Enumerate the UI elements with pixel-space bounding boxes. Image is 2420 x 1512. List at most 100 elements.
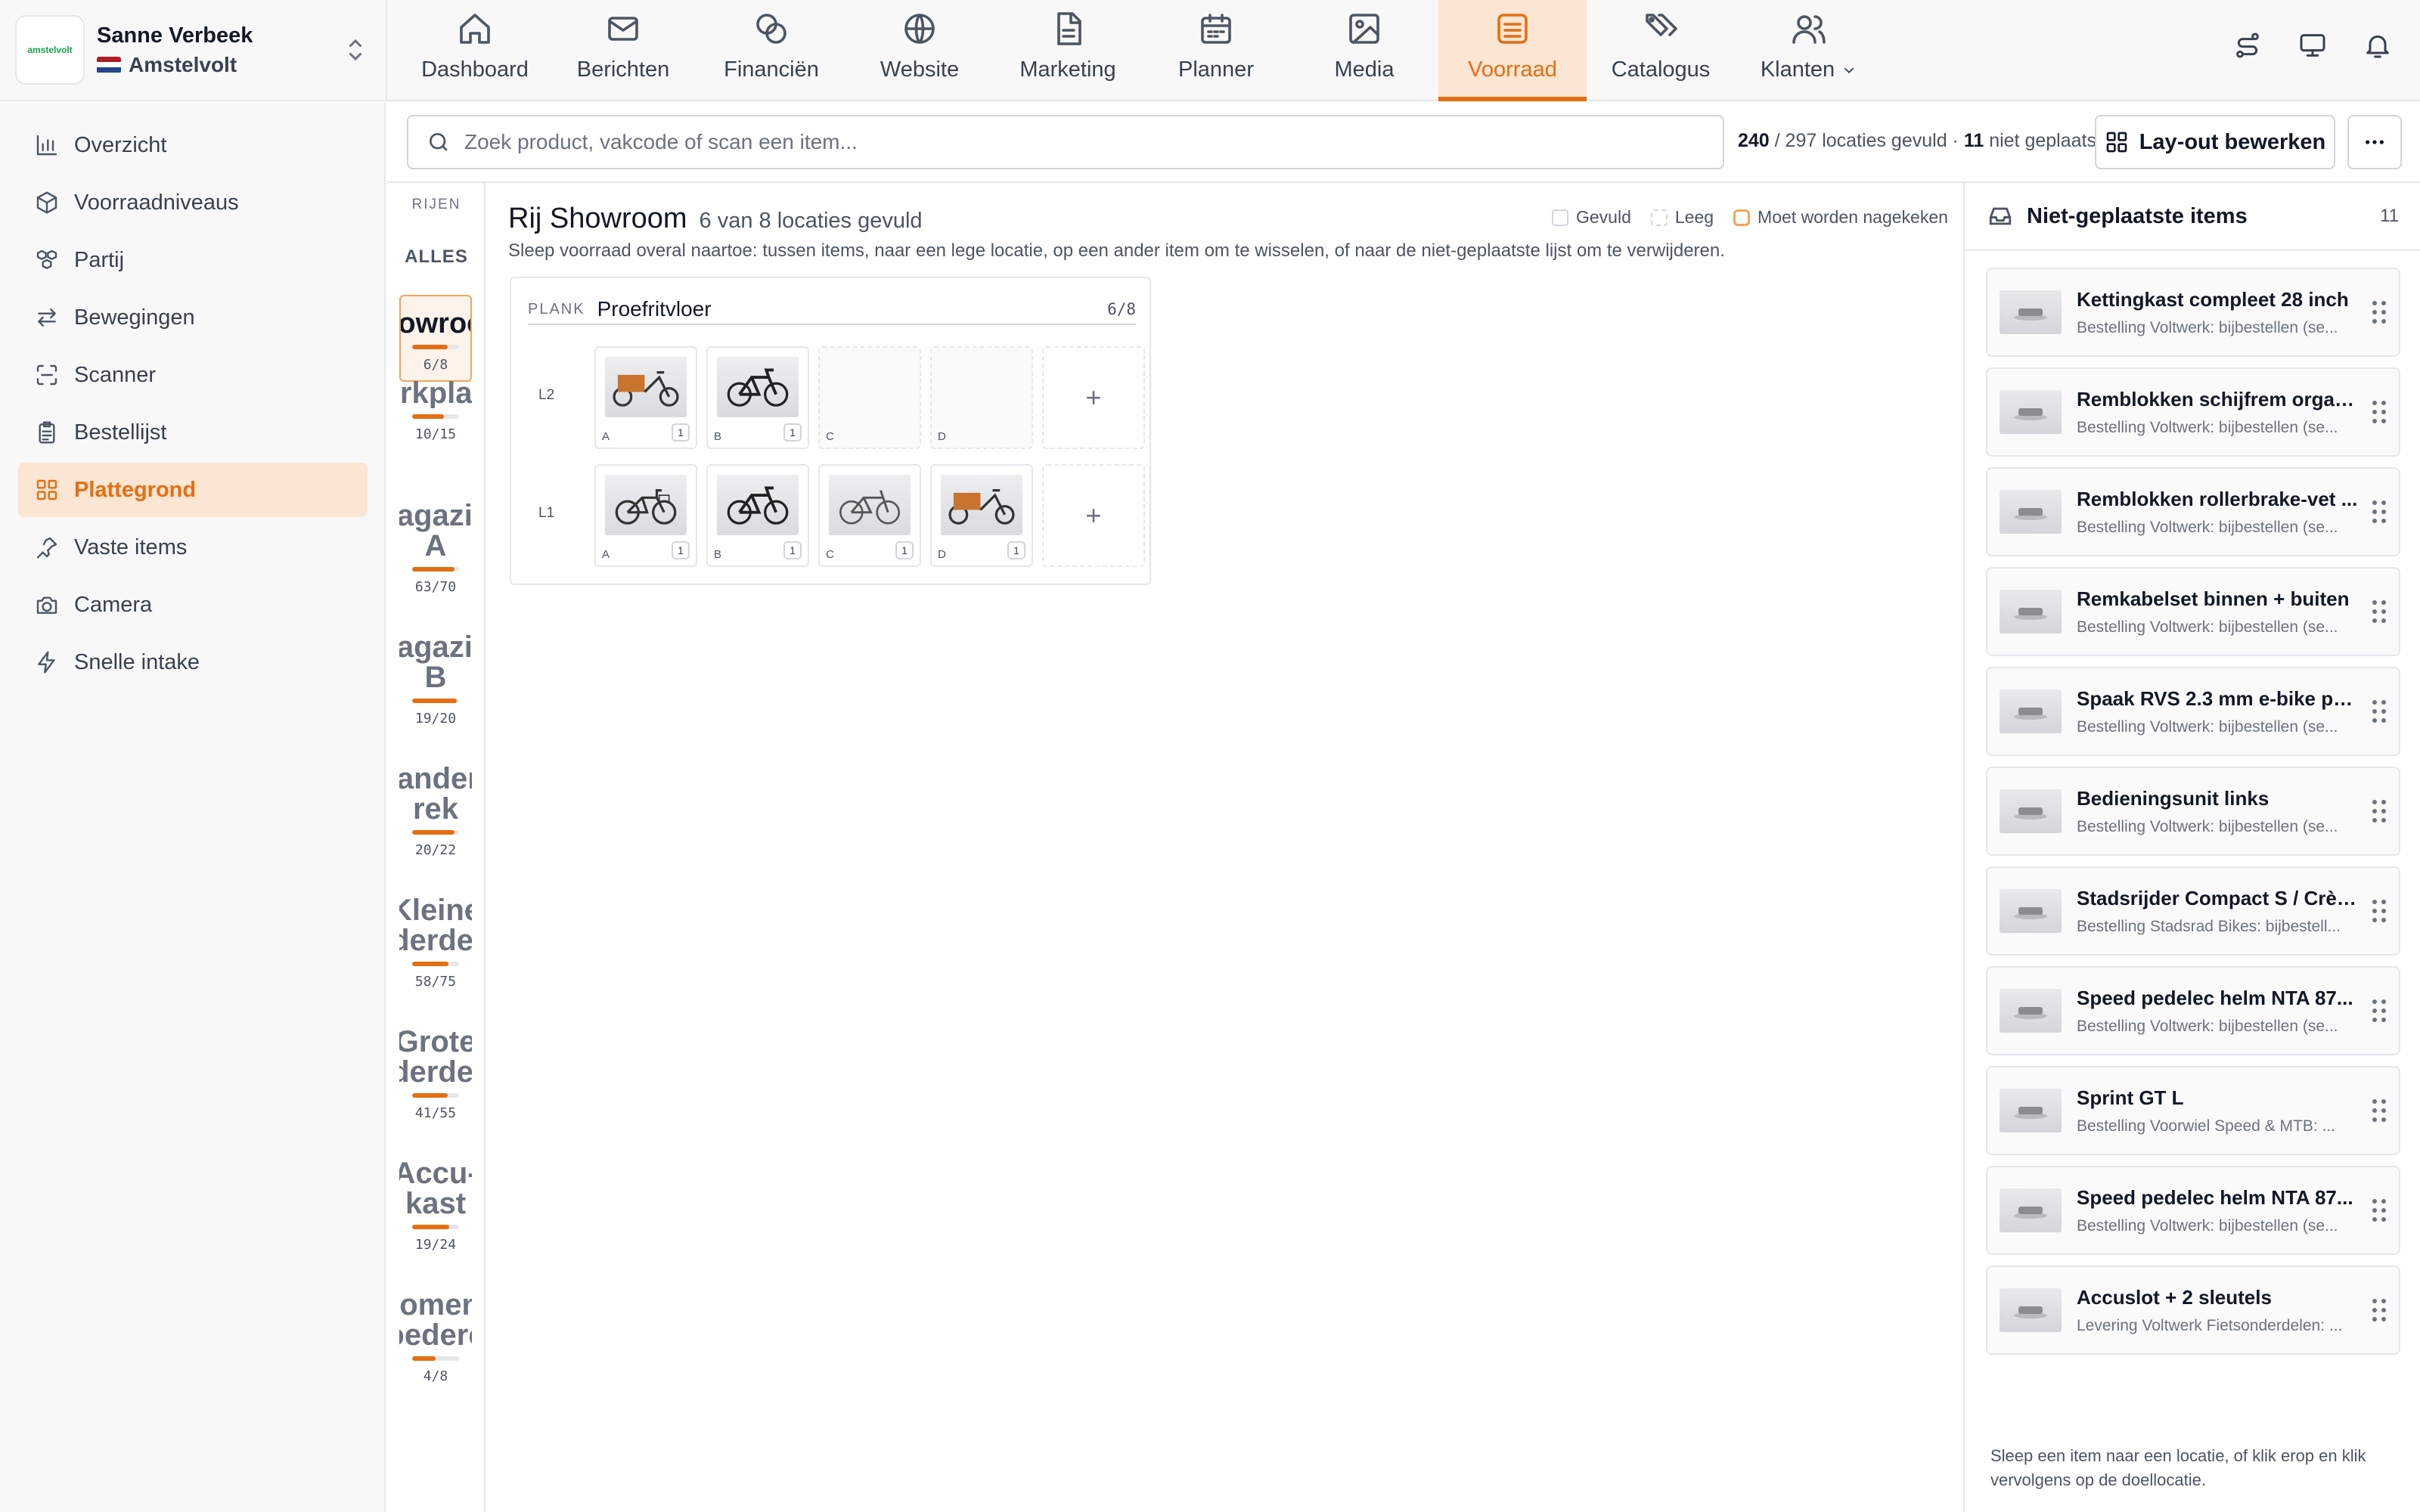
drag-handle-icon[interactable] xyxy=(2370,598,2388,625)
drag-handle-icon[interactable] xyxy=(2370,299,2388,326)
image-icon xyxy=(1346,11,1382,47)
drag-handle-icon[interactable] xyxy=(2370,1297,2388,1324)
sidebar-item-bestellijst[interactable]: Bestellijst xyxy=(18,405,368,460)
row-tab-2[interactable]: MagazijnA 63/70 xyxy=(399,500,472,595)
shelf-header: PLANK Proefritvloer 6/8 xyxy=(528,295,1136,325)
drag-handle-icon[interactable] xyxy=(2370,798,2388,825)
row-tab-4[interactable]: Banden-rek 20/22 xyxy=(399,764,472,858)
slot-position: C xyxy=(826,548,834,561)
drag-hint: Sleep voorraad overal naartoe: tussen it… xyxy=(508,240,1725,261)
nav-tab-marketing[interactable]: Marketing xyxy=(994,0,1142,98)
unplaced-item[interactable]: Remblokken schijfrem organ... Bestelling … xyxy=(1986,367,2400,457)
row-tab-8[interactable]: Inkomendegoederen 4/8 xyxy=(399,1290,472,1384)
slot-filled[interactable]: D1 xyxy=(930,464,1033,567)
slot-empty[interactable]: C xyxy=(818,346,921,449)
item-title: Kettingkast compleet 28 inch xyxy=(2077,287,2349,311)
legend-empty[interactable]: Leeg xyxy=(1650,207,1714,228)
row-count: 6/8 xyxy=(423,357,448,373)
nav-tab-planner[interactable]: Planner xyxy=(1142,0,1290,98)
unplaced-item[interactable]: Speed pedelec helm NTA 87... Bestelling V… xyxy=(1986,966,2400,1055)
sidebar-item-partij[interactable]: Partij xyxy=(18,233,368,287)
shelf-card: PLANK Proefritvloer 6/8 L2 A 1 B 1 C D + L1 A 1 B 1 C… xyxy=(510,277,1151,585)
unplaced-item[interactable]: Sprint GT L Bestelling Voorwiel Speed & M… xyxy=(1986,1066,2400,1155)
unplaced-item[interactable]: Speed pedelec helm NTA 87... Bestelling V… xyxy=(1986,1166,2400,1255)
unplaced-item[interactable]: Stadsrijder Compact S / Crème Bestelling … xyxy=(1986,866,2400,956)
nav-tab-berichten[interactable]: Berichten xyxy=(549,0,697,98)
legend-filled[interactable]: Gevuld xyxy=(1552,207,1631,228)
drag-handle-icon[interactable] xyxy=(2370,698,2388,725)
nav-tab-label: Voorraad xyxy=(1468,57,1557,82)
sidebar-item-label: Overzicht xyxy=(74,132,167,157)
drag-handle-icon[interactable] xyxy=(2370,498,2388,525)
unplaced-item[interactable]: Remkabelset binnen + buiten Bestelling Vo… xyxy=(1986,567,2400,656)
row-count: 19/24 xyxy=(414,1237,457,1253)
top-actions xyxy=(2232,30,2420,60)
drag-handle-icon[interactable] xyxy=(2370,1197,2388,1224)
rows-all-button[interactable]: ALLES xyxy=(387,246,484,268)
sidebar-item-vaste-items[interactable]: Vaste items xyxy=(18,520,368,575)
unplaced-item[interactable]: Accuslot + 2 sleutels Levering Voltwerk F… xyxy=(1986,1266,2400,1355)
slot-filled[interactable]: A1 xyxy=(594,346,697,449)
slot-quantity: 1 xyxy=(1007,541,1025,559)
edit-layout-button[interactable]: Lay-out bewerken xyxy=(2095,115,2335,169)
drag-handle-icon[interactable] xyxy=(2370,997,2388,1024)
slot-filled[interactable]: B1 xyxy=(706,464,809,567)
row-name: Accu-kast xyxy=(399,1158,472,1219)
nav-tab-label: Marketing xyxy=(1019,57,1116,82)
inbox-icon xyxy=(1987,203,2013,229)
row-tab-6[interactable]: Groteonderdelen 41/55 xyxy=(399,1027,472,1121)
slot-filled[interactable]: B1 xyxy=(706,346,809,449)
add-slot-button[interactable]: + xyxy=(1042,464,1145,567)
slot-filled[interactable]: A1 xyxy=(594,464,697,567)
nav-tab-catalogus[interactable]: Catalogus xyxy=(1587,0,1735,98)
sidebar-item-camera[interactable]: Camera xyxy=(18,578,368,632)
sidebar-item-snelle-intake[interactable]: Snelle intake xyxy=(18,635,368,689)
chevron-up-down-icon[interactable] xyxy=(342,35,369,65)
row-tab-0[interactable]: Showroom 6/8 xyxy=(399,295,472,382)
unplaced-item[interactable]: Remblokken rollerbrake-vet ... Bestelling… xyxy=(1986,467,2400,556)
sidebar-item-label: Camera xyxy=(74,592,153,617)
nav-tab-website[interactable]: Website xyxy=(845,0,994,98)
nav-tab-dashboard[interactable]: Dashboard xyxy=(401,0,549,98)
nav-tab-media[interactable]: Media xyxy=(1290,0,1438,98)
route-icon[interactable] xyxy=(2232,30,2263,60)
product-thumbnail xyxy=(2000,390,2062,434)
more-options-button[interactable] xyxy=(2347,115,2402,169)
row-tab-7[interactable]: Accu-kast 19/24 xyxy=(399,1158,472,1253)
row-tab-3[interactable]: MagazijnB 19/20 xyxy=(399,632,472,727)
sidebar-item-bewegingen[interactable]: Bewegingen xyxy=(18,290,368,345)
sidebar-item-label: Vaste items xyxy=(74,534,188,559)
search-bar[interactable] xyxy=(407,115,1724,169)
row-name: MagazijnB xyxy=(399,632,472,692)
unplaced-item[interactable]: Kettingkast compleet 28 inch Bestelling V… xyxy=(1986,268,2400,357)
nav-tab-klanten[interactable]: Klanten xyxy=(1735,0,1883,98)
sidebar-item-label: Partij xyxy=(74,247,125,272)
drag-handle-icon[interactable] xyxy=(2370,897,2388,925)
nav-tab-financiën[interactable]: Financiën xyxy=(697,0,845,98)
slot-filled[interactable]: C1 xyxy=(818,464,921,567)
account-switcher[interactable]: amstelvolt Sanne Verbeek Amstelvolt xyxy=(15,15,386,85)
nav-tab-label: Media xyxy=(1334,57,1395,82)
sidebar-item-overzicht[interactable]: Overzicht xyxy=(18,118,368,172)
unplaced-item[interactable]: Bedieningsunit links Bestelling Voltwerk:… xyxy=(1986,767,2400,856)
slot-position: D xyxy=(938,548,946,561)
sidebar-item-plattegrond[interactable]: Plattegrond xyxy=(18,463,368,517)
bell-icon[interactable] xyxy=(2363,30,2393,60)
unplaced-item[interactable]: Spaak RVS 2.3 mm e-bike pe... Bestelling … xyxy=(1986,667,2400,756)
slot-empty[interactable]: D xyxy=(930,346,1033,449)
row-tab-1[interactable]: Werkplaats 10/15 xyxy=(399,378,472,442)
row-fill-bar xyxy=(412,567,459,572)
monitor-icon[interactable] xyxy=(2297,30,2328,60)
slot-position: A xyxy=(602,430,610,443)
drag-handle-icon[interactable] xyxy=(2370,398,2388,426)
sidebar-item-label: Bestellijst xyxy=(74,420,167,445)
nav-tab-voorraad[interactable]: Voorraad xyxy=(1438,0,1587,101)
add-slot-button[interactable]: + xyxy=(1042,346,1145,449)
row-tab-5[interactable]: Kleineonderdelen 58/75 xyxy=(399,895,472,990)
legend-needs-check[interactable]: Moet worden nagekeken xyxy=(1733,207,1948,228)
sidebar-item-voorraadniveaus[interactable]: Voorraadniveaus xyxy=(18,175,368,230)
sidebar-item-scanner[interactable]: Scanner xyxy=(18,348,368,402)
drag-handle-icon[interactable] xyxy=(2370,1097,2388,1124)
user-name: Sanne Verbeek xyxy=(97,23,253,48)
search-input[interactable] xyxy=(464,130,1674,154)
